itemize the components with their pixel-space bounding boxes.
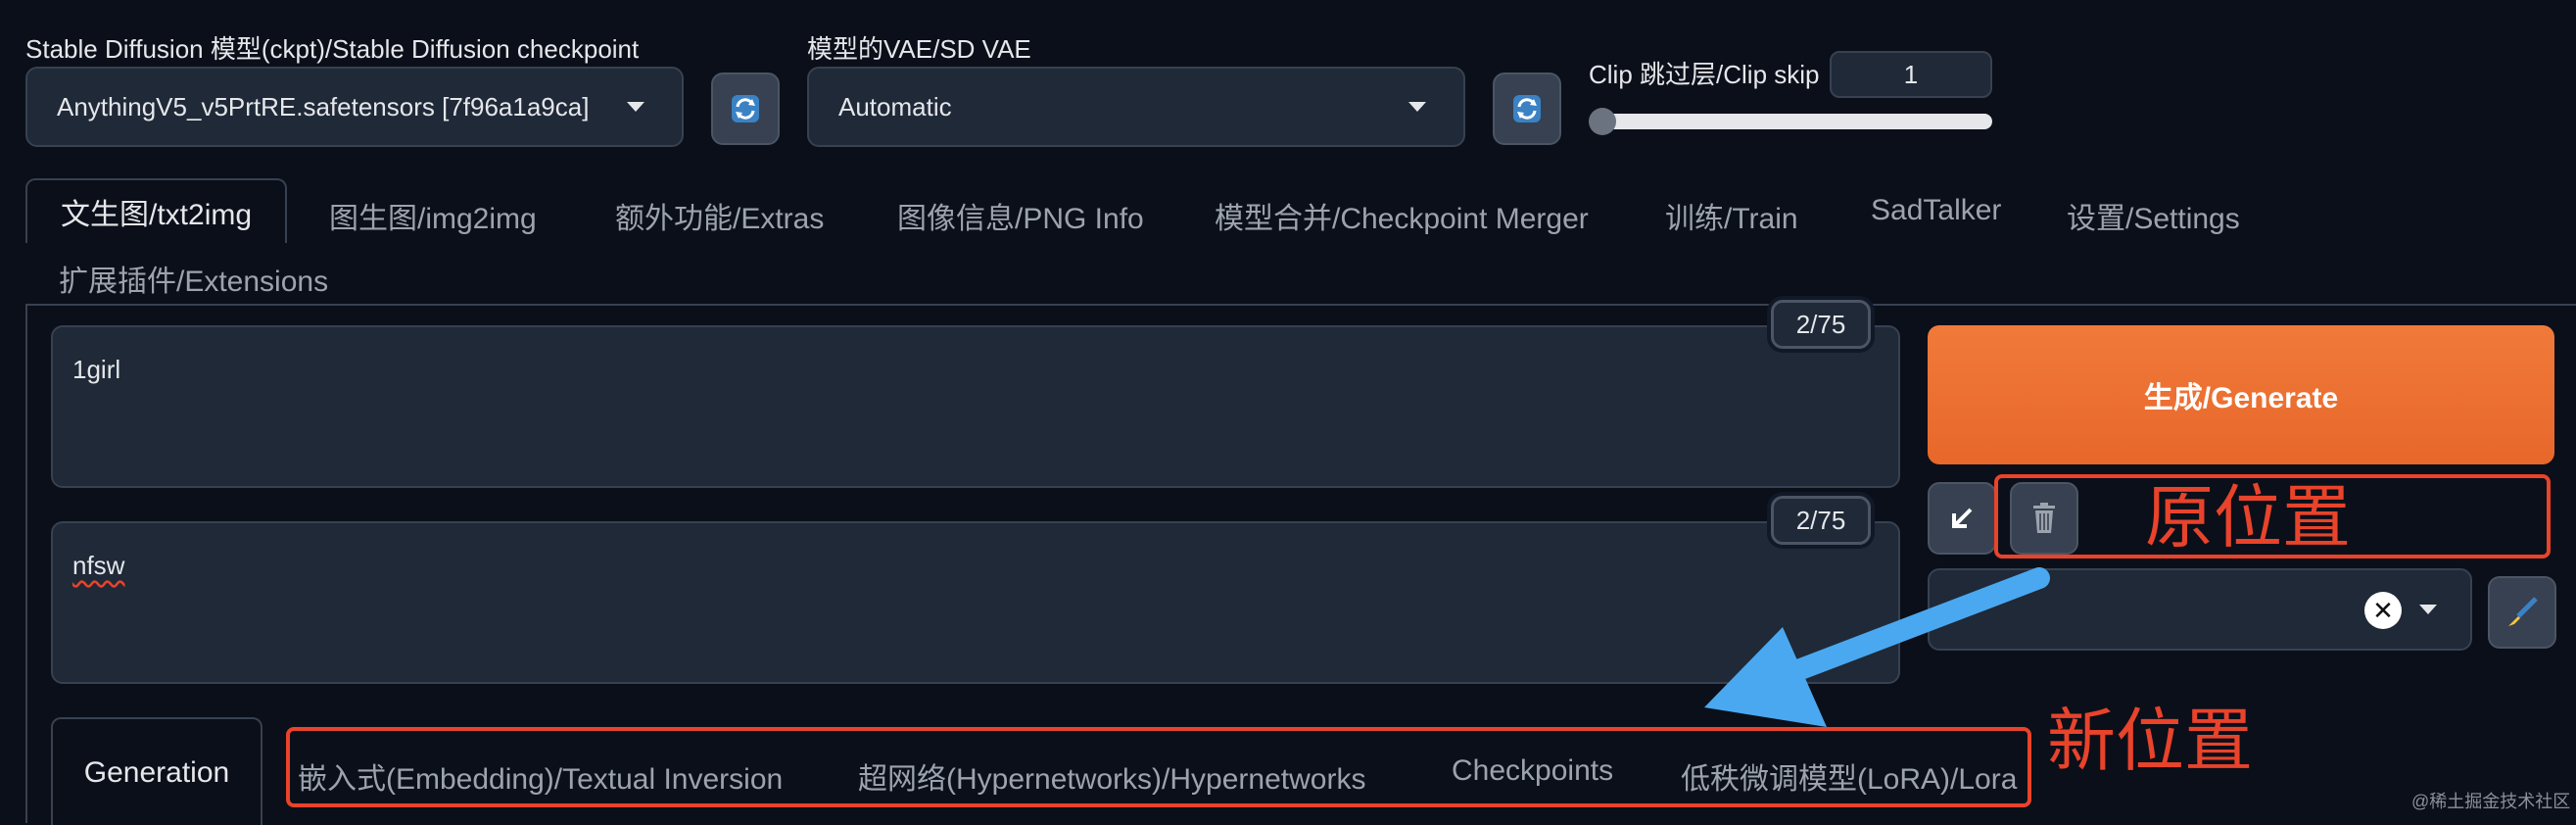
new-position-annotation: 新位置 (2047, 701, 2253, 781)
watermark: @稀土掘金技术社区 (2411, 792, 2571, 811)
checkpoint-value: AnythingV5_v5PrtRE.safetensors [7f96a1a9… (57, 91, 590, 121)
clip-skip-label: Clip 跳过层/Clip skip (1589, 60, 1820, 89)
clip-skip-slider[interactable] (1589, 108, 1992, 135)
tab-checkpoint-merger[interactable]: 模型合并/Checkpoint Merger (1215, 194, 1589, 237)
paintbrush-icon (2508, 597, 2538, 626)
prompt-token-counter: 2/75 (1771, 300, 1871, 349)
apply-styles-button[interactable] (2488, 576, 2556, 649)
tab-txt2img[interactable]: 文生图/txt2img (25, 178, 288, 243)
tab-extras[interactable]: 额外功能/Extras (615, 194, 824, 237)
generate-button[interactable]: 生成/Generate (1928, 325, 2554, 464)
read-generation-params-button[interactable] (1928, 482, 1996, 555)
subtab-generation-label: Generation (83, 756, 230, 789)
clip-skip-slider-handle[interactable] (1589, 108, 1616, 135)
old-position-annotation: 原位置 (2145, 477, 2351, 558)
subtab-hypernetworks[interactable]: 超网络(Hypernetworks)/Hypernetworks (858, 754, 1365, 798)
chevron-down-icon (1408, 102, 1426, 112)
vae-label: 模型的VAE/SD VAE (807, 34, 1031, 64)
arrow-down-left-icon (1952, 508, 1973, 528)
tab-png-info[interactable]: 图像信息/PNG Info (897, 194, 1144, 237)
negative-prompt-textarea[interactable]: nfsw (51, 521, 1900, 684)
tab-sadtalker[interactable]: SadTalker (1871, 194, 2001, 227)
refresh-vae-button[interactable] (1493, 73, 1561, 145)
subtab-lora[interactable]: 低秩微调模型(LoRA)/Lora (1681, 754, 2017, 798)
subtab-textual-inversion[interactable]: 嵌入式(Embedding)/Textual Inversion (298, 754, 783, 798)
chevron-down-icon (2419, 605, 2437, 614)
prompt-text: 1girl (72, 355, 121, 384)
refresh-icon (1513, 95, 1541, 122)
tab-settings[interactable]: 设置/Settings (2067, 194, 2240, 237)
clear-selection-icon[interactable]: ✕ (2364, 592, 2402, 629)
subtab-generation[interactable]: Generation (51, 717, 262, 825)
negative-prompt-text: nfsw (72, 551, 125, 580)
refresh-checkpoint-button[interactable] (711, 73, 780, 145)
vae-value: Automatic (838, 91, 952, 121)
tab-extensions[interactable]: 扩展插件/Extensions (59, 257, 328, 300)
prompt-textarea[interactable]: 1girl (51, 325, 1900, 488)
subtab-checkpoints[interactable]: Checkpoints (1452, 754, 1613, 788)
vae-dropdown[interactable]: Automatic (807, 67, 1465, 147)
refresh-icon (732, 95, 759, 122)
chevron-down-icon (627, 102, 644, 112)
checkpoint-dropdown[interactable]: AnythingV5_v5PrtRE.safetensors [7f96a1a9… (25, 67, 684, 147)
move-arrow-icon (1704, 567, 2050, 727)
checkpoint-label: Stable Diffusion 模型(ckpt)/Stable Diffusi… (25, 34, 640, 64)
clip-skip-number-input[interactable]: 1 (1830, 51, 1992, 98)
tab-img2img[interactable]: 图生图/img2img (329, 194, 537, 237)
tab-train[interactable]: 训练/Train (1665, 194, 1798, 237)
negative-prompt-token-counter: 2/75 (1771, 496, 1871, 545)
